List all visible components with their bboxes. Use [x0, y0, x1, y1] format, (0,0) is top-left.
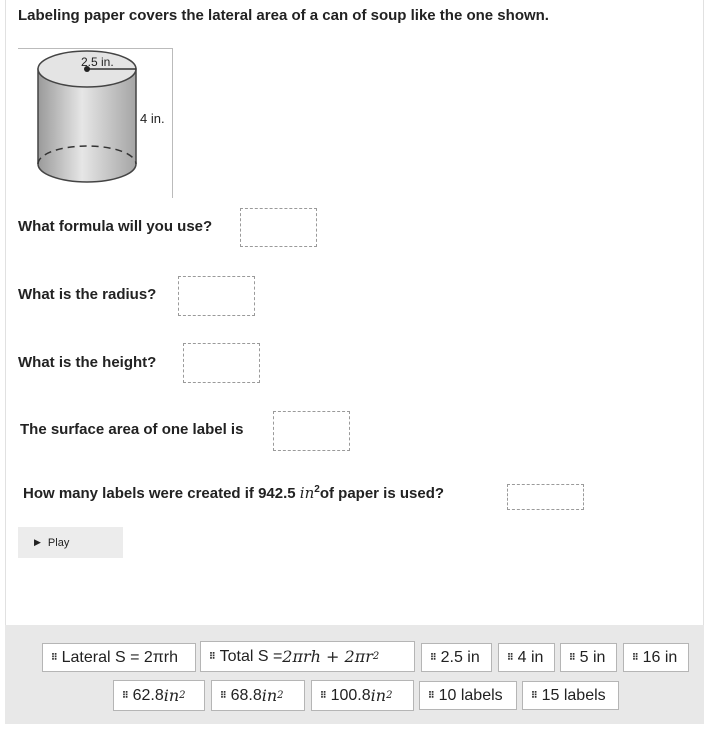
- cylinder-icon: 2.5 in. 4 in.: [37, 50, 165, 183]
- play-icon: ▶: [34, 537, 41, 547]
- tile-100-8-exp: 2: [386, 690, 393, 701]
- play-button[interactable]: ▶ Play: [18, 527, 123, 558]
- tile-total-formula[interactable]: ⠿ Total S = 2πrh + 2πr 2: [200, 641, 415, 672]
- tile-16-in[interactable]: ⠿ 16 in: [623, 643, 689, 672]
- tile-5-in-label: 5 in: [579, 648, 606, 666]
- tile-68-8[interactable]: ⠿ 68.8 in 2: [211, 680, 305, 711]
- question-radius: What is the radius?: [18, 286, 157, 303]
- tile-4-in[interactable]: ⠿ 4 in: [498, 643, 555, 672]
- tile-68-8-num: 68.8: [230, 686, 262, 704]
- tile-62-8-unit: in: [163, 686, 180, 705]
- drag-handle-icon: ⠿: [430, 652, 437, 662]
- question-labels-post: of paper is used?: [319, 485, 445, 502]
- labels-drop-zone[interactable]: [507, 484, 584, 510]
- question-formula: What formula will you use?: [18, 218, 213, 235]
- height-label: 4 in.: [140, 111, 165, 126]
- drag-handle-icon: ⠿: [51, 652, 58, 662]
- play-label: Play: [47, 536, 70, 549]
- tile-100-8-num: 100.8: [330, 686, 371, 704]
- tile-15-labels[interactable]: ⠿ 15 labels: [522, 681, 619, 710]
- tile-100-8-unit: in: [370, 686, 387, 705]
- question-title: Labeling paper covers the lateral area o…: [18, 7, 549, 24]
- question-labels-pre: How many labels were created if 942.5: [23, 485, 300, 502]
- tile-62-8-num: 62.8: [132, 686, 164, 704]
- tile-total-exp: 2: [372, 651, 380, 662]
- question-labels: How many labels were created if 942.5 in…: [23, 484, 444, 502]
- tile-15-labels-label: 15 labels: [541, 686, 606, 704]
- question-surface-area: The surface area of one label is: [20, 421, 244, 438]
- tile-100-8[interactable]: ⠿ 100.8 in 2: [311, 680, 414, 711]
- drag-handle-icon: ⠿: [428, 690, 435, 700]
- question-labels-unit: in: [299, 484, 315, 502]
- tile-2-5-in-label: 2.5 in: [440, 648, 480, 666]
- drag-handle-icon: ⠿: [209, 651, 216, 661]
- height-drop-zone[interactable]: [183, 343, 260, 383]
- drag-handle-icon: ⠿: [632, 652, 639, 662]
- tile-16-in-label: 16 in: [642, 648, 678, 666]
- tile-total-formula-text: 2πrh + 2πr: [282, 647, 373, 666]
- tile-4-in-label: 4 in: [517, 648, 544, 666]
- drag-handle-icon: ⠿: [569, 652, 576, 662]
- tile-62-8[interactable]: ⠿ 62.8 in 2: [113, 680, 205, 711]
- tile-lateral-label: Lateral S = 2πrh: [61, 648, 179, 666]
- surface-area-drop-zone[interactable]: [273, 411, 350, 451]
- question-height: What is the height?: [18, 354, 157, 371]
- drag-handle-icon: ⠿: [320, 690, 327, 700]
- cylinder-figure: 2.5 in. 4 in.: [18, 48, 173, 198]
- tile-5-in[interactable]: ⠿ 5 in: [560, 643, 617, 672]
- drag-handle-icon: ⠿: [220, 690, 227, 700]
- tile-10-labels-label: 10 labels: [438, 686, 503, 704]
- tile-lateral-formula[interactable]: ⠿ Lateral S = 2πrh: [42, 643, 196, 672]
- radius-label: 2.5 in.: [81, 55, 114, 69]
- tile-62-8-exp: 2: [179, 690, 186, 701]
- drag-handle-icon: ⠿: [122, 690, 129, 700]
- tile-10-labels[interactable]: ⠿ 10 labels: [419, 681, 517, 710]
- drag-handle-icon: ⠿: [531, 690, 538, 700]
- tile-2-5-in[interactable]: ⠿ 2.5 in: [421, 643, 492, 672]
- tile-total-prefix: Total S =: [219, 647, 283, 665]
- tile-68-8-exp: 2: [277, 690, 284, 701]
- formula-drop-zone[interactable]: [240, 208, 317, 247]
- tile-68-8-unit: in: [261, 686, 278, 705]
- radius-drop-zone[interactable]: [178, 276, 255, 316]
- drag-handle-icon: ⠿: [507, 652, 514, 662]
